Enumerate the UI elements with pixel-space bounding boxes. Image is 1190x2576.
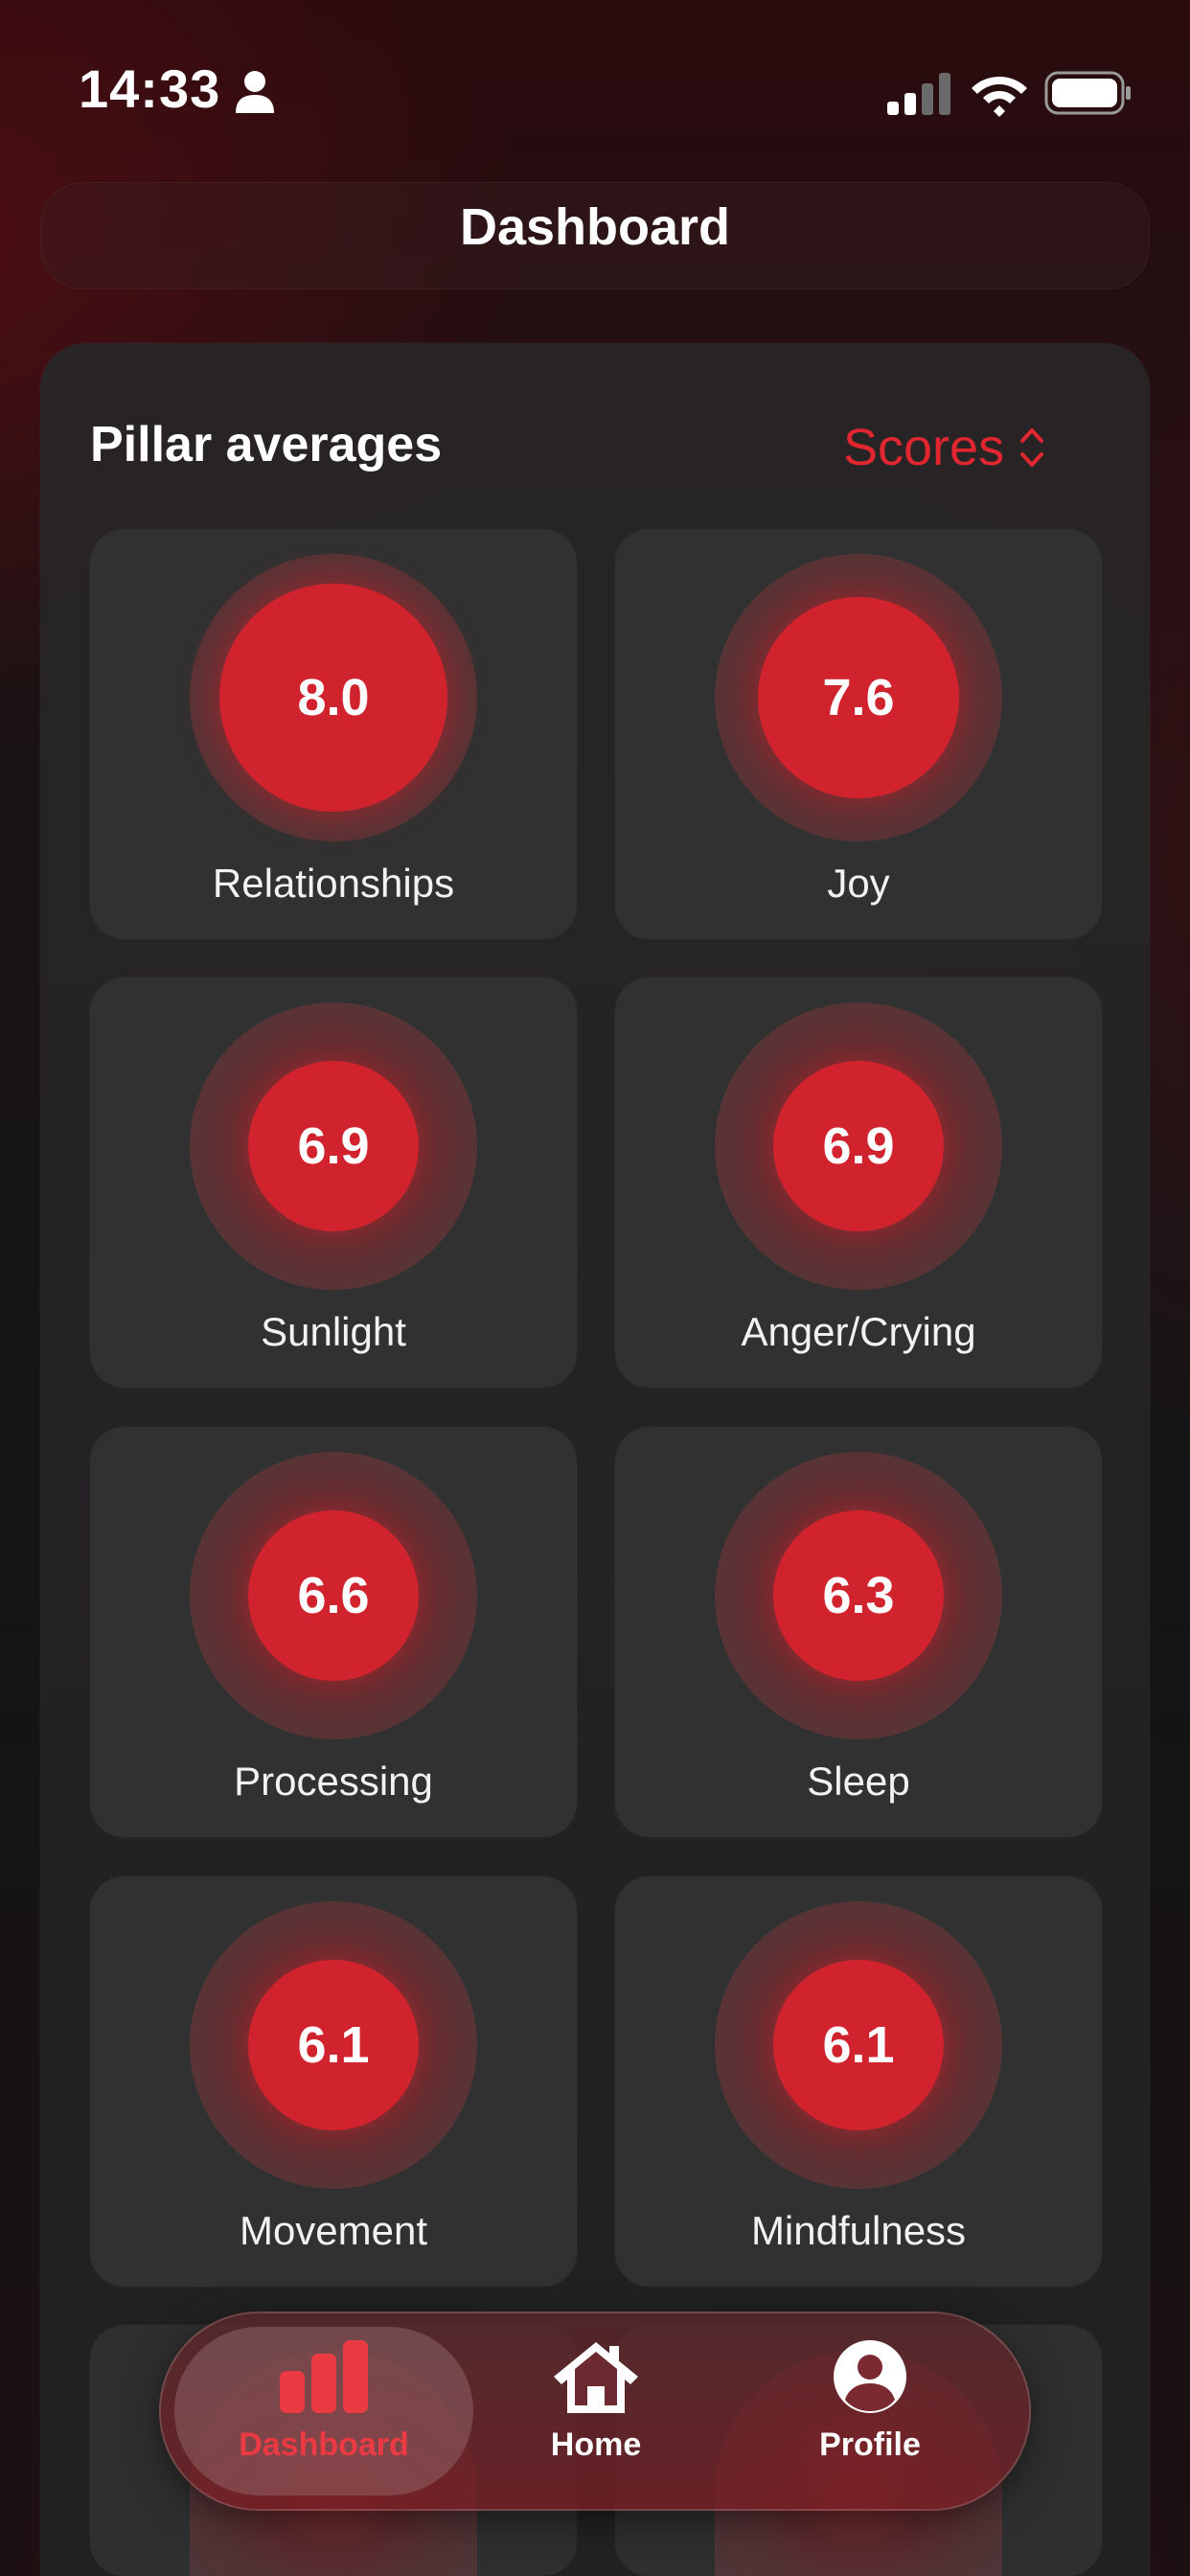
nav-dashboard-label: Dashboard [239,2426,409,2463]
nav-profile[interactable]: Profile [745,2338,995,2492]
signal-icon [887,73,950,115]
house-icon [554,2342,638,2413]
pillar-label: Sunlight [261,1309,406,1354]
scores-selector-label: Scores [843,419,1005,476]
pillar-score: 6.1 [248,1960,419,2130]
pillar-score: 6.6 [248,1510,419,1681]
bar-chart-icon [280,2340,368,2413]
pillar-score: 6.3 [773,1510,944,1681]
pillar-label: Mindfulness [750,2208,967,2253]
pillar-label: Movement [239,2208,428,2253]
pillar-tile-anger-crying[interactable]: 6.9 Anger/Crying [615,978,1102,1388]
nav-home-label: Home [550,2426,642,2463]
nav-dashboard[interactable]: Dashboard [199,2338,448,2492]
pillar-tile-sleep[interactable]: 6.3 Sleep [615,1427,1102,1837]
person-icon [236,71,274,113]
pillar-label: Relationships [212,861,455,906]
pillar-tile-sunlight[interactable]: 6.9 Sunlight [90,978,577,1388]
pillar-label: Sleep [807,1759,910,1804]
pillar-score: 6.9 [773,1061,944,1231]
pillar-score: 6.1 [773,1960,944,2130]
pillar-score: 6.9 [248,1061,419,1231]
pillar-tile-relationships[interactable]: 8.0 Relationships [90,529,577,939]
person-circle-icon [834,2340,906,2413]
page-title: Dashboard [459,198,731,256]
pillar-label: Joy [827,861,890,906]
pillar-label: Anger/Crying [741,1309,976,1354]
battery-icon [1044,71,1131,115]
pillar-tile-mindfulness[interactable]: 6.1 Mindfulness [615,1876,1102,2287]
pillar-score: 7.6 [758,597,959,798]
status-time: 14:33 [79,58,221,119]
pillar-tile-processing[interactable]: 6.6 Processing [90,1427,577,1837]
section-title: Pillar averages [90,417,443,472]
pillar-tile-joy[interactable]: 7.6 Joy [615,529,1102,939]
chevron-up-down-icon [1020,428,1044,467]
wifi-icon [972,77,1027,117]
nav-home[interactable]: Home [471,2338,721,2492]
dashboard-screen: 14:33 Dashboard Pillar averages Scores 8… [0,0,1190,2576]
nav-profile-label: Profile [819,2426,921,2463]
pillar-score: 8.0 [219,584,447,812]
pillar-tile-movement[interactable]: 6.1 Movement [90,1876,577,2287]
scores-selector[interactable]: Scores [843,414,1046,481]
pillar-label: Processing [234,1759,433,1804]
status-bar: 14:33 [0,0,1190,182]
